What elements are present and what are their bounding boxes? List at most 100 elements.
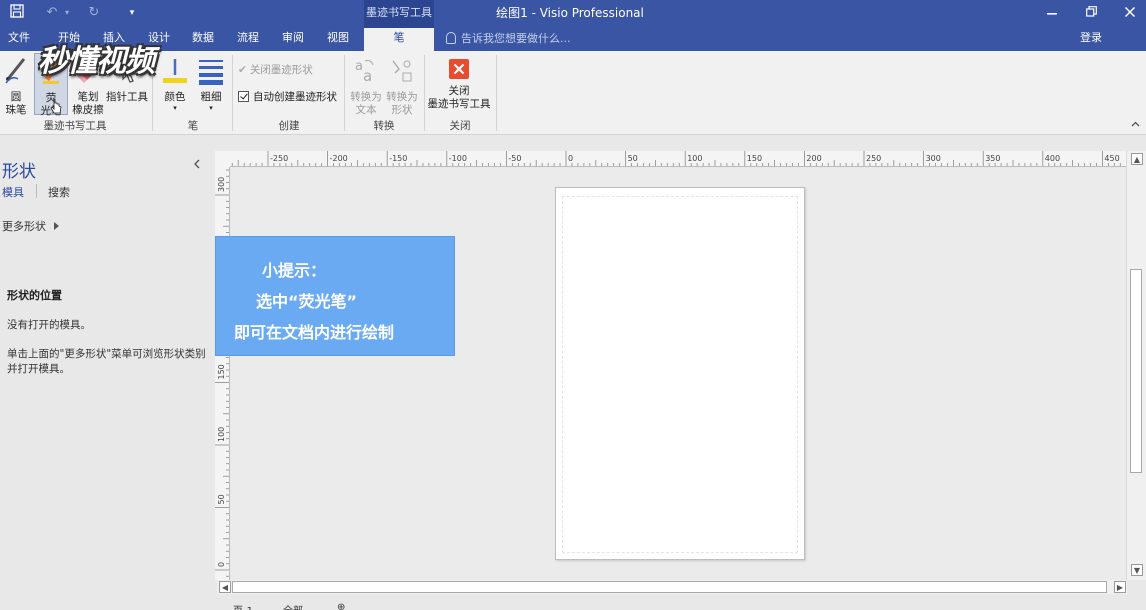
page-margin-guide xyxy=(562,196,798,553)
convert-to-shape-label-1: 转换为 xyxy=(386,91,418,103)
document-title: 绘图1 - Visio Professional xyxy=(496,6,644,20)
visio-window: ↶ ▾ ↻ ▾ 墨迹书写工具 绘图1 - Visio Professional … xyxy=(0,0,1146,610)
ruler-label: 100 xyxy=(687,154,702,163)
sign-in-link[interactable]: 登录 xyxy=(1080,28,1102,48)
context-tool-label: 墨迹书写工具 xyxy=(364,0,434,28)
shapes-location-heading: 形状的位置 xyxy=(7,289,62,302)
horizontal-ruler[interactable]: -250 -200 -150 -100 -50 0 50 100 150 200 250 300 350… xyxy=(230,151,1126,167)
auto-create-ink-shape-checkbox[interactable]: 自动创建墨迹形状 xyxy=(238,91,337,104)
tab-process[interactable]: 流程 xyxy=(231,28,265,51)
tip-overlay: 小提示： 选中“荧光笔” 即可在文档内进行绘制 xyxy=(215,236,455,356)
ruler-label: -50 xyxy=(508,154,521,163)
vertical-ruler[interactable]: 300250200150100500 xyxy=(215,167,230,580)
pane-title: 形状 xyxy=(2,162,36,182)
ruler-label: 200 xyxy=(806,154,821,163)
tab-file[interactable]: 文件 xyxy=(2,28,36,51)
tell-me-placeholder: 告诉我您想要做什么... xyxy=(461,32,571,45)
scroll-right-icon[interactable]: ▶ xyxy=(1114,581,1126,593)
tab-stencils[interactable]: 模具 xyxy=(2,184,24,200)
scroll-down-icon[interactable]: ▼ xyxy=(1131,564,1143,576)
restore-button[interactable] xyxy=(1073,0,1109,26)
pen-color-label: 颜色 xyxy=(164,91,186,103)
ink-tools-group-label: 墨迹书写工具 xyxy=(43,120,107,132)
stroke-eraser-label-2: 橡皮擦 xyxy=(72,104,104,116)
tip-line-1: 小提示： xyxy=(262,261,327,280)
close-ink-tools-label-1: 关闭 xyxy=(448,85,470,97)
pen-group-label: 笔 xyxy=(187,120,199,132)
checkbox-icon xyxy=(238,91,249,102)
ruler-label: 0 xyxy=(568,154,573,163)
close-group-label: 关闭 xyxy=(449,120,471,132)
add-page-icon[interactable]: ⊕ xyxy=(337,602,345,610)
ballpoint-label-1: 圆 xyxy=(10,91,22,103)
watermark-text: 秒懂视频 xyxy=(38,44,155,79)
convert-to-text-label-2: 文本 xyxy=(355,104,377,116)
convert-to-shape-label-2: 形状 xyxy=(391,104,413,116)
convert-to-text-button[interactable]: aa 转换为 文本 xyxy=(348,55,384,117)
tab-view[interactable]: 视图 xyxy=(321,28,355,51)
watermark-logo: 秒懂视频 xyxy=(38,36,218,84)
close-window-button[interactable] xyxy=(1112,0,1146,26)
page-tab-1[interactable]: 页-1 xyxy=(233,602,253,610)
ruler-label: 400 xyxy=(1045,154,1060,163)
more-shapes-label: 更多形状 xyxy=(2,220,46,233)
convert-to-text-label-1: 转换为 xyxy=(350,91,382,103)
tip-line-2: 选中“荧光笔” xyxy=(256,292,358,311)
close-ink-shape-button[interactable]: ✔ 关闭墨迹形状 xyxy=(238,64,313,77)
ballpoint-pen-button[interactable]: 圆 珠笔 xyxy=(2,55,30,117)
convert-to-shape-button[interactable]: 转换为 形状 xyxy=(384,55,420,117)
tip-line-3: 即可在文档内进行绘制 xyxy=(234,323,395,342)
ruler-label: 50 xyxy=(217,494,226,504)
title-bar: ↶ ▾ ↻ ▾ 墨迹书写工具 绘图1 - Visio Professional xyxy=(0,0,1146,28)
svg-text:a: a xyxy=(355,59,363,74)
ruler-label: 250 xyxy=(866,154,881,163)
pen-thickness-label: 粗细 xyxy=(200,91,222,103)
ballpoint-label-2: 珠笔 xyxy=(5,104,27,116)
collapse-pane-icon[interactable] xyxy=(193,158,200,172)
tab-search[interactable]: 搜索 xyxy=(48,184,70,200)
checkmark-icon: ✔ xyxy=(238,64,247,76)
tab-pen[interactable]: 笔 xyxy=(364,28,434,51)
ruler-label: 0 xyxy=(217,562,226,567)
ruler-label: 450 xyxy=(1104,154,1119,163)
ruler-label: 150 xyxy=(747,154,762,163)
undo-dropdown-icon[interactable]: ▾ xyxy=(62,4,72,22)
chevron-right-icon xyxy=(54,222,59,230)
horizontal-scroll-thumb[interactable] xyxy=(232,581,1107,593)
page-tab-all[interactable]: 全部 xyxy=(283,602,303,610)
svg-text:a: a xyxy=(363,67,372,85)
undo-icon[interactable]: ↶ xyxy=(44,4,60,22)
save-icon[interactable] xyxy=(8,4,26,22)
close-ink-tools-label-2: 墨迹书写工具 xyxy=(427,98,491,110)
close-ink-tools-button[interactable]: 关闭 墨迹书写工具 xyxy=(426,55,492,111)
ruler-label: -100 xyxy=(449,154,467,163)
close-ink-shape-label: 关闭墨迹形状 xyxy=(249,64,313,76)
scroll-up-icon[interactable]: ▲ xyxy=(1131,153,1143,165)
ruler-label: -150 xyxy=(389,154,407,163)
ruler-label: 150 xyxy=(217,364,226,379)
horizontal-scrollbar[interactable]: ◀ ▶ xyxy=(217,580,1127,594)
convert-to-shape-icon xyxy=(384,55,420,89)
collapse-ribbon-icon[interactable] xyxy=(1131,120,1140,130)
ruler-label: -200 xyxy=(330,154,348,163)
vertical-scroll-thumb[interactable] xyxy=(1130,269,1142,473)
lightbulb-icon xyxy=(446,32,456,44)
drawing-page[interactable] xyxy=(555,187,805,560)
tell-me-box[interactable]: 告诉我您想要做什么... xyxy=(446,31,571,49)
close-x-icon xyxy=(449,59,469,79)
redo-icon[interactable]: ↻ xyxy=(86,4,102,22)
customize-qat-button[interactable]: ▾ xyxy=(126,4,138,22)
vertical-scrollbar[interactable]: ▲ ▼ xyxy=(1126,151,1146,580)
tab-review[interactable]: 审阅 xyxy=(276,28,310,51)
ruler-label: -250 xyxy=(270,154,288,163)
ruler-label: 300 xyxy=(926,154,941,163)
auto-create-ink-shape-label: 自动创建墨迹形状 xyxy=(253,91,337,103)
more-shapes-hint: 单击上面的"更多形状"菜单可浏览形状类别并打开模具。 xyxy=(7,348,206,375)
tab-divider xyxy=(36,184,37,198)
more-shapes-menu[interactable]: 更多形状 xyxy=(2,218,59,234)
ruler-label: 350 xyxy=(985,154,1000,163)
minimize-button[interactable] xyxy=(1034,0,1070,26)
scroll-left-icon[interactable]: ◀ xyxy=(219,581,231,593)
group-divider xyxy=(232,55,233,131)
ballpoint-pen-icon xyxy=(2,55,30,89)
